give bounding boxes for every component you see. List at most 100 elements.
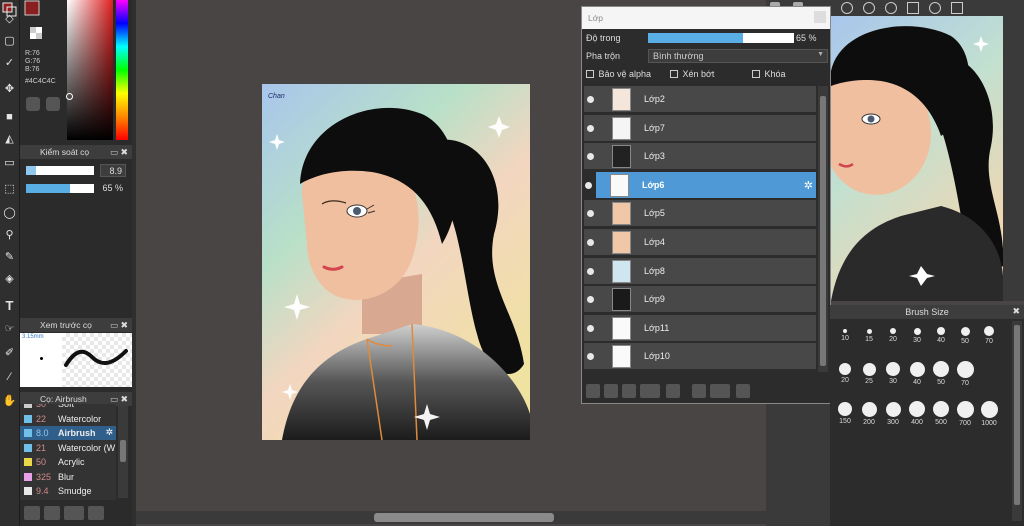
brush-size-option[interactable]: 50 [952,323,978,345]
brush-size-option[interactable]: 40 [904,361,930,386]
blend-mode-select[interactable]: Bình thường ▼ [648,49,828,63]
layer-row[interactable]: Lớp9 [584,286,816,314]
brush-list-item[interactable]: 22 Watercolor [20,411,116,426]
zoom-in-icon[interactable] [841,2,853,14]
eyedropper-icon[interactable]: ✐ [2,346,17,361]
brush-list-item[interactable]: 325 Blur [20,469,116,484]
gradient-icon[interactable]: ▭ [2,156,17,171]
brush-copy-icon[interactable] [44,506,60,520]
visibility-icon[interactable] [587,324,594,332]
visibility-icon[interactable] [587,210,594,218]
zoom-out-icon[interactable] [863,2,875,14]
layer-row[interactable]: Lớp11 [584,314,816,342]
brush-size-option[interactable]: 500 [928,401,954,426]
brush-size-value[interactable]: 8.9 [100,164,126,177]
layer-row[interactable]: Lớp2 [584,86,816,113]
brush-list-item[interactable]: 30 Soft [20,404,116,411]
visibility-icon[interactable] [587,267,594,275]
text-tool-icon[interactable]: T [2,298,17,313]
visibility-icon[interactable] [587,353,594,361]
brush-size-option[interactable]: 30 [904,323,930,344]
brush-new-icon[interactable] [24,506,40,520]
hue-bar[interactable] [116,0,128,140]
layer-panel-maximize-icon[interactable] [814,11,826,23]
brush-list-item[interactable]: 8.0 Airbrush ✲ [20,426,116,440]
selection-pen-icon[interactable]: ✎ [2,250,17,265]
brush-size-slider[interactable] [26,166,94,175]
brush-list-item[interactable]: 9.4 Smudge [20,484,116,498]
lock-checkbox[interactable]: Khóa [752,68,822,82]
brush-size-option[interactable]: 700 [952,400,978,427]
new-layer-icon[interactable] [586,384,600,398]
brush-size-option[interactable]: 20 [832,361,858,384]
brush-size-option[interactable]: 15 [856,323,882,343]
operation-icon[interactable]: ☞ [2,322,17,337]
brush-size-option[interactable]: 1000 [976,400,1002,427]
layer-row[interactable]: Lớp5 [584,200,816,228]
layer-row[interactable]: Lớp7 [584,114,816,142]
layer-row[interactable]: Lớp10 [584,343,816,371]
visibility-icon[interactable] [585,181,592,189]
folder-icon[interactable] [666,384,680,398]
brush-list-item[interactable]: 21 Watercolor (W [20,440,116,455]
brush-size-option[interactable]: 50 [928,361,954,386]
select-rect-icon[interactable]: ▢ [2,34,17,49]
hand-tool-icon[interactable]: ✋ [2,394,17,409]
fill-rect-icon[interactable]: ■ [2,110,17,125]
brush-menu-icon[interactable] [64,506,84,520]
brush-size-option[interactable]: 20 [880,323,906,343]
new-1bit-layer-icon[interactable] [622,384,636,398]
layer-panel-title[interactable]: Lớp [582,7,830,29]
brush-size-option[interactable]: 70 [976,323,1002,345]
brush-tool-icon[interactable]: ⁄ [2,370,17,385]
reference-view[interactable] [831,16,1003,301]
clip-checkbox[interactable]: Xén bớt [670,68,740,82]
brush-size-option[interactable]: 200 [856,401,882,426]
brush-size-scrollbar[interactable] [1012,321,1022,521]
layer-list-scrollbar[interactable] [818,86,828,372]
brush-opacity-slider[interactable] [26,184,94,193]
close-icon[interactable]: ✖ [1012,306,1020,317]
selection-eraser-icon[interactable]: ◈ [2,272,17,287]
merge-layer-icon[interactable] [710,384,730,398]
reset-icon[interactable] [929,2,941,14]
visibility-icon[interactable] [587,124,594,132]
move-tool-icon[interactable]: ✥ [2,82,17,97]
layer-opacity-slider[interactable] [648,33,794,43]
artwork-canvas[interactable]: Chan [262,84,530,440]
layer-row[interactable]: Lớp4 [584,229,816,256]
brush-size-option[interactable]: 10 [832,323,858,342]
brush-size-option[interactable]: 40 [928,323,954,344]
brush-size-option[interactable]: 300 [880,401,906,426]
brush-size-option[interactable]: 150 [832,401,858,425]
delete-layer-icon[interactable] [736,384,750,398]
magic-wand-icon[interactable]: ⚲ [2,228,17,243]
visibility-icon[interactable] [587,296,594,304]
fit-icon[interactable] [907,2,919,14]
gear-icon[interactable]: ✲ [105,427,113,438]
palette-icon[interactable] [26,97,40,111]
check-tool-icon[interactable]: ✓ [2,56,17,71]
brush-size-option[interactable]: 70 [952,360,978,387]
canvas-h-scrollbar[interactable] [136,511,766,524]
brush-list-scrollbar[interactable] [118,406,128,498]
lasso-icon[interactable]: ◯ [2,206,17,221]
brush-list-item[interactable]: 50 Acrylic [20,455,116,469]
visibility-icon[interactable] [587,153,594,161]
layer-row[interactable]: Lớp6 ✲ [585,171,816,199]
color-tool-icon[interactable] [46,97,60,111]
visibility-icon[interactable] [587,96,594,103]
gear-icon[interactable]: ✲ [804,179,813,192]
visibility-icon[interactable] [587,239,594,246]
duplicate-layer-icon[interactable] [692,384,706,398]
brush-size-option[interactable]: 400 [904,401,930,426]
bucket-icon[interactable]: ◭ [2,132,17,147]
flip-icon[interactable] [951,2,963,14]
brush-size-option[interactable]: 25 [856,361,882,385]
brush-delete-icon[interactable] [88,506,104,520]
layer-row[interactable]: Lớp3 [584,143,816,171]
new-halftone-layer-icon[interactable] [604,384,618,398]
layer-row[interactable]: Lớp8 [584,257,816,285]
brush-size-option[interactable]: 30 [880,361,906,385]
rotate-icon[interactable] [885,2,897,14]
